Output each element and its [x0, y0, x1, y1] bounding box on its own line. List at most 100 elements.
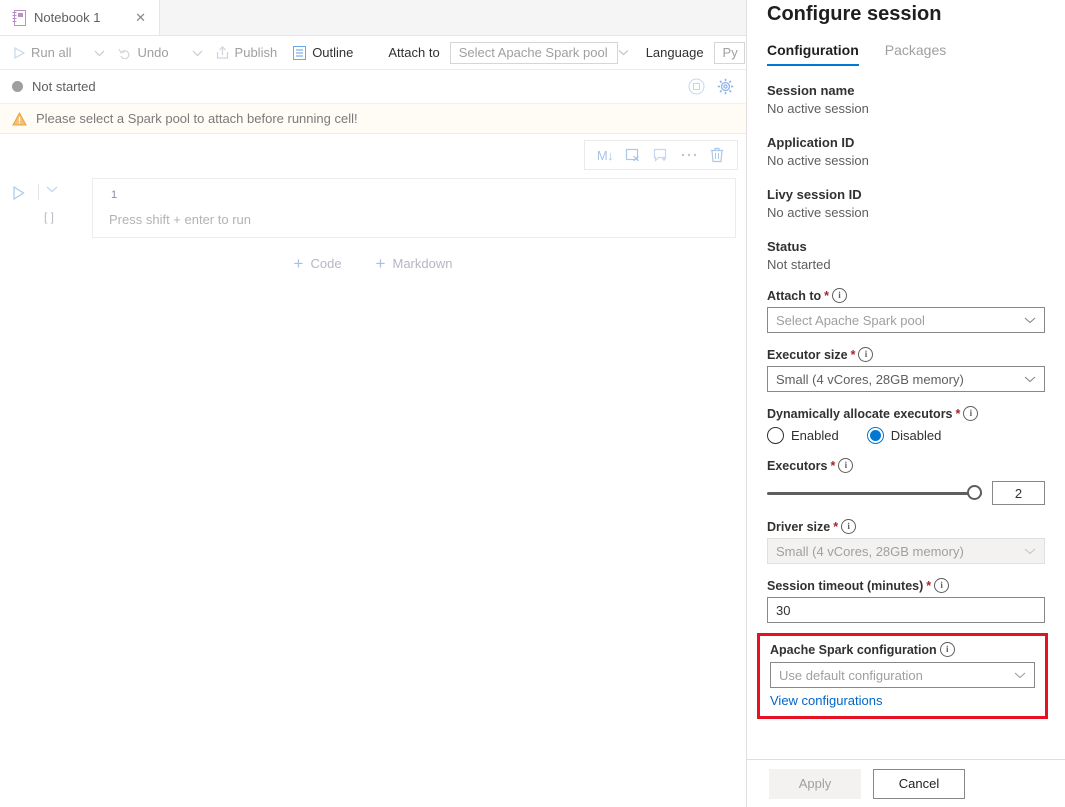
required-marker: *	[956, 407, 961, 421]
outline-button[interactable]: Outline	[286, 41, 360, 64]
info-icon[interactable]: i	[963, 406, 978, 421]
stop-session-icon[interactable]	[688, 78, 705, 95]
info-label: Livy session ID	[767, 186, 1045, 204]
radio-label: Disabled	[891, 428, 942, 443]
panel-tabs: Configuration Packages	[767, 42, 1045, 66]
add-comment-icon[interactable]	[649, 143, 673, 167]
apply-button[interactable]: Apply	[769, 769, 861, 799]
delete-trash-icon[interactable]	[705, 143, 729, 167]
publish-button[interactable]: Publish	[209, 41, 285, 64]
page-title: Configure session	[767, 0, 1045, 28]
warning-text: Please select a Spark pool to attach bef…	[36, 111, 358, 126]
field-dynamic-allocation: Dynamically allocate executors * i Enabl…	[767, 406, 1045, 444]
info-label: Application ID	[767, 134, 1045, 152]
cell-code-editor[interactable]: 1 Press shift + enter to run	[92, 178, 736, 238]
outline-icon	[293, 46, 306, 60]
notebook-area: Notebook 1 ✕ Run all	[0, 0, 747, 807]
chevron-down-icon	[1024, 316, 1036, 324]
spark-configuration-highlight: Apache Spark configuration i Use default…	[757, 633, 1048, 719]
convert-to-markdown-button[interactable]: M↓	[593, 143, 617, 167]
undo-button[interactable]: Undo	[111, 41, 175, 64]
chevron-down-icon	[192, 49, 203, 57]
field-session-timeout: Session timeout (minutes) * i 30	[767, 578, 1045, 623]
warning-bar: Please select a Spark pool to attach bef…	[0, 104, 746, 134]
clear-output-icon[interactable]	[621, 143, 645, 167]
add-markdown-cell-button[interactable]: + Markdown	[370, 252, 459, 275]
info-label: Status	[767, 238, 1045, 256]
panel-footer: Apply Cancel	[747, 759, 1065, 807]
session-status-bar: Not started	[0, 70, 746, 104]
required-marker: *	[824, 289, 829, 303]
driver-size-value: Small (4 vCores, 28GB memory)	[776, 544, 964, 559]
view-configurations-link[interactable]: View configurations	[770, 693, 883, 708]
publish-upload-icon	[216, 46, 229, 59]
status-actions	[688, 78, 734, 95]
plus-icon: +	[376, 255, 386, 272]
info-icon[interactable]: i	[838, 458, 853, 473]
attach-to-dropdown[interactable]: Select Apache Spark pool	[767, 307, 1045, 333]
chevron-down-icon[interactable]	[46, 185, 58, 193]
executor-size-label: Executor size	[767, 348, 848, 362]
add-code-label: Code	[310, 256, 341, 271]
chevron-down-icon	[1024, 547, 1036, 555]
warning-triangle-icon	[12, 112, 27, 126]
executors-value-input[interactable]: 2	[992, 481, 1045, 505]
undo-chevron-button[interactable]	[188, 45, 207, 61]
notebook-icon	[12, 10, 26, 26]
executors-label: Executors	[767, 459, 827, 473]
info-application-id: Application ID No active session	[767, 134, 1045, 170]
info-icon[interactable]: i	[940, 642, 955, 657]
run-all-chevron-button[interactable]	[90, 45, 109, 61]
field-executors: Executors * i 2	[767, 458, 1045, 505]
radio-label: Enabled	[791, 428, 839, 443]
outline-label: Outline	[312, 45, 353, 60]
publish-label: Publish	[235, 45, 278, 60]
panel-content: Configure session Configuration Packages…	[747, 0, 1065, 623]
radio-disabled[interactable]: Disabled	[867, 427, 942, 444]
spark-configuration-dropdown[interactable]: Use default configuration	[770, 662, 1035, 688]
run-cell-icon[interactable]	[12, 186, 25, 200]
executors-slider[interactable]	[767, 484, 982, 502]
info-value: No active session	[767, 100, 1045, 118]
info-icon[interactable]: i	[832, 288, 847, 303]
tab-configuration[interactable]: Configuration	[767, 42, 859, 66]
attach-to-value: Select Apache Spark pool	[776, 313, 925, 328]
slider-track	[767, 492, 982, 495]
info-icon[interactable]: i	[841, 519, 856, 534]
executor-size-dropdown[interactable]: Small (4 vCores, 28GB memory)	[767, 366, 1045, 392]
info-status: Status Not started	[767, 238, 1045, 274]
dynamic-allocation-label: Dynamically allocate executors	[767, 407, 953, 421]
field-driver-size: Driver size * i Small (4 vCores, 28GB me…	[767, 519, 1045, 564]
configure-session-panel: Configure session Configuration Packages…	[747, 0, 1065, 807]
notebook-canvas: M↓	[0, 134, 746, 807]
gear-icon[interactable]	[717, 78, 734, 95]
chevron-down-icon	[1014, 671, 1026, 679]
tab-packages[interactable]: Packages	[885, 42, 946, 66]
undo-label: Undo	[137, 45, 168, 60]
chevron-down-icon	[94, 49, 105, 57]
attach-to-label: Attach to	[384, 45, 447, 60]
play-icon	[13, 47, 25, 59]
attach-to-dropdown[interactable]: Select Apache Spark pool	[450, 42, 618, 64]
language-dropdown[interactable]: Py	[714, 42, 745, 64]
tab-notebook-1[interactable]: Notebook 1 ✕	[0, 0, 160, 35]
close-icon[interactable]: ✕	[132, 9, 149, 26]
info-icon[interactable]: i	[934, 578, 949, 593]
status-text: Not started	[32, 79, 96, 94]
session-timeout-input[interactable]: 30	[767, 597, 1045, 623]
cancel-button[interactable]: Cancel	[873, 769, 965, 799]
slider-thumb[interactable]	[967, 485, 982, 500]
divider	[38, 184, 39, 200]
radio-enabled[interactable]: Enabled	[767, 427, 839, 444]
more-options-icon[interactable]	[677, 143, 701, 167]
run-all-button[interactable]: Run all	[6, 41, 78, 64]
info-label: Session name	[767, 82, 1045, 100]
field-executor-size: Executor size * i Small (4 vCores, 28GB …	[767, 347, 1045, 392]
field-label: Executors * i	[767, 458, 1045, 473]
tab-strip: Notebook 1 ✕	[0, 0, 746, 36]
notebook-cell: [ ] 1 Press shift + enter to run	[0, 178, 746, 238]
field-label: Session timeout (minutes) * i	[767, 578, 1045, 593]
add-code-cell-button[interactable]: + Code	[288, 252, 348, 275]
chevron-down-icon	[1024, 375, 1036, 383]
info-icon[interactable]: i	[858, 347, 873, 362]
